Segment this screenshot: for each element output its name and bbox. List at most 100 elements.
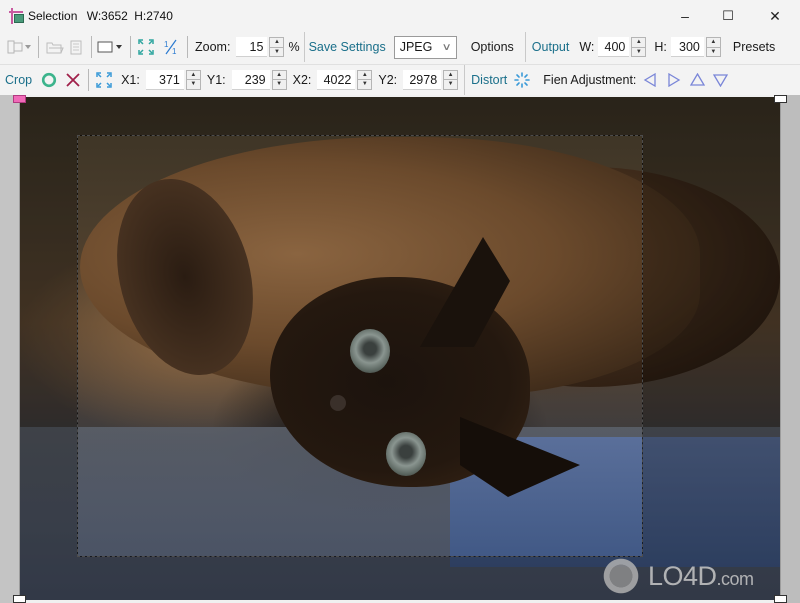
title-label: Selection (28, 9, 78, 23)
align-dropdown-icon (7, 40, 31, 54)
arrow-right-icon (668, 72, 681, 87)
watermark: LO4D.com (600, 552, 795, 600)
x2-input[interactable]: 4022 (317, 69, 356, 90)
distort-button[interactable] (512, 69, 532, 91)
spin-up-icon[interactable]: ▲ (707, 38, 720, 47)
spin-up-icon[interactable]: ▲ (187, 71, 200, 80)
presets-button[interactable]: Presets (733, 40, 775, 54)
spin-up-icon[interactable]: ▲ (273, 71, 286, 80)
output-height-spin-arrows[interactable]: ▲ ▼ (705, 37, 721, 57)
spin-down-icon[interactable]: ▼ (706, 46, 720, 57)
spin-down-icon[interactable]: ▼ (444, 79, 458, 89)
fine-adjustment-label: Fien Adjustment: (543, 72, 637, 87)
spin-down-icon[interactable]: ▼ (272, 79, 286, 89)
x1-stepper[interactable]: 371 ▲ ▼ (145, 69, 201, 90)
frame-dropdown-button[interactable] (97, 36, 125, 58)
close-button[interactable]: ✕ (752, 0, 798, 32)
canvas-margin-left (0, 95, 20, 603)
maximize-icon: ☐ (722, 8, 734, 23)
y1-stepper[interactable]: 239 ▲ ▼ (231, 69, 287, 90)
crop-link[interactable]: Crop (5, 73, 32, 87)
svg-text:1: 1 (172, 47, 177, 55)
watermark-text: LO4D.com (648, 561, 754, 592)
actual-size-button[interactable]: 1 1 (160, 36, 182, 58)
format-select[interactable]: JPEG ∨ (393, 35, 457, 59)
options-button[interactable]: Options (471, 40, 514, 54)
open-button[interactable] (44, 36, 66, 58)
arrow-down-icon (712, 73, 728, 87)
resize-handle-top-left[interactable] (13, 95, 26, 103)
distort-link[interactable]: Distort (471, 73, 507, 87)
folder-open-icon (46, 42, 64, 54)
toolbar-separator (38, 36, 39, 58)
x2-spin-arrows[interactable]: ▲ ▼ (357, 69, 373, 90)
circle-confirm-icon (41, 72, 57, 87)
spin-up-icon[interactable]: ▲ (632, 38, 645, 47)
y2-stepper[interactable]: 2978 ▲ ▼ (403, 69, 459, 90)
x1-spin-arrows[interactable]: ▲ ▼ (185, 69, 201, 90)
output-height-stepper[interactable]: 300 ▲ ▼ (670, 37, 721, 57)
chevron-down-icon: ∨ (441, 41, 453, 53)
frame-dropdown-icon (97, 41, 122, 53)
fit-to-window-button[interactable] (136, 36, 156, 58)
output-width-stepper[interactable]: 400 ▲ ▼ (598, 37, 647, 57)
zoom-stepper[interactable]: 15 ▲ ▼ (236, 37, 285, 57)
output-width-label: W: (579, 40, 595, 54)
spin-down-icon[interactable]: ▼ (632, 46, 646, 57)
resize-handle-top-right[interactable] (774, 95, 787, 103)
nudge-left-button[interactable] (640, 69, 660, 91)
close-icon: ✕ (769, 7, 781, 24)
lo4d-logo-icon (600, 557, 642, 595)
output-height-label: H: (654, 40, 667, 54)
photo-cat[interactable] (20, 97, 780, 600)
select-all-button[interactable] (94, 69, 114, 91)
spin-up-icon[interactable]: ▲ (270, 38, 283, 47)
spin-down-icon[interactable]: ▼ (186, 79, 200, 89)
output-width-spin-arrows[interactable]: ▲ ▼ (631, 37, 647, 57)
output-link[interactable]: Output (532, 40, 570, 54)
outside-selection-shade (20, 97, 780, 135)
spin-up-icon[interactable]: ▲ (358, 71, 371, 80)
zoom-spin-arrows[interactable]: ▲ ▼ (269, 37, 285, 57)
document-icon (70, 40, 82, 54)
zoom-label: Zoom: (195, 40, 231, 54)
minimize-button[interactable]: – (662, 0, 708, 32)
nudge-up-button[interactable] (687, 69, 707, 91)
arrow-up-icon (689, 72, 705, 86)
spin-up-icon[interactable]: ▲ (444, 71, 457, 80)
y1-spin-arrows[interactable]: ▲ ▼ (271, 69, 287, 90)
arrow-left-icon (644, 72, 657, 87)
x1-input[interactable]: 371 (145, 69, 184, 90)
output-width-input[interactable]: 400 (598, 37, 630, 57)
resize-handle-bottom-left[interactable] (13, 595, 26, 603)
y2-input[interactable]: 2978 (403, 69, 442, 90)
x2-stepper[interactable]: 4022 ▲ ▼ (317, 69, 373, 90)
spin-down-icon[interactable]: ▼ (358, 79, 372, 89)
nudge-right-button[interactable] (664, 69, 684, 91)
cancel-crop-button[interactable] (63, 69, 83, 91)
x2-label: X2: (292, 72, 312, 87)
crop-selection-rectangle[interactable] (77, 135, 643, 557)
cancel-x-icon (66, 72, 80, 87)
toolbar-separator (130, 36, 131, 58)
watermark-brand: LO4D (648, 560, 717, 591)
actual-size-icon: 1 1 (164, 39, 177, 55)
zoom-input[interactable]: 15 (236, 37, 268, 57)
distort-spinner-icon (514, 71, 531, 88)
document-button[interactable] (66, 36, 86, 58)
confirm-crop-button[interactable] (39, 69, 59, 91)
align-dropdown-button[interactable] (7, 36, 33, 58)
y1-label: Y1: (206, 72, 226, 87)
app-icon (9, 8, 25, 24)
canvas-margin-right (780, 95, 800, 603)
maximize-button[interactable]: ☐ (705, 0, 751, 32)
spin-down-icon[interactable]: ▼ (270, 46, 284, 57)
y2-spin-arrows[interactable]: ▲ ▼ (443, 69, 459, 90)
save-settings-link[interactable]: Save Settings (309, 40, 386, 54)
x1-label: X1: (121, 72, 140, 87)
output-height-input[interactable]: 300 (670, 37, 704, 57)
toolbar-separator (524, 32, 526, 62)
image-canvas[interactable] (0, 95, 800, 603)
nudge-down-button[interactable] (710, 69, 730, 91)
y1-input[interactable]: 239 (231, 69, 270, 90)
